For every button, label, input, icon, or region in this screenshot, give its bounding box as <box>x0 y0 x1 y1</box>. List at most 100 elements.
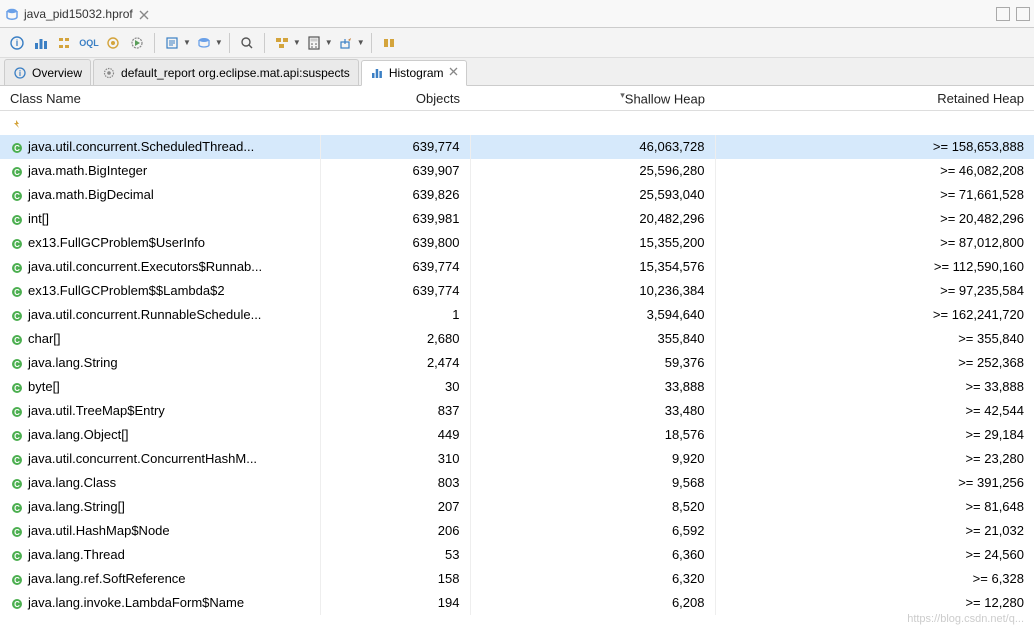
compare-button[interactable] <box>378 32 400 54</box>
cell-shallow: 3,594,640 <box>470 303 715 327</box>
query-report-button[interactable] <box>161 32 183 54</box>
table-row[interactable]: Cjava.math.BigDecimal639,82625,593,040>=… <box>0 183 1034 207</box>
class-icon: C <box>10 429 24 443</box>
table-row[interactable]: Cjava.lang.invoke.LambdaForm$Name1946,20… <box>0 591 1034 615</box>
tab-overview[interactable]: i Overview <box>4 59 91 85</box>
table-row[interactable]: Cjava.lang.Thread536,360>= 24,560 <box>0 543 1034 567</box>
cell-retained: >= 391,256 <box>715 471 1034 495</box>
svg-text:C: C <box>14 456 20 465</box>
heap-file-icon <box>4 6 20 22</box>
table-row[interactable]: Cbyte[]3033,888>= 33,888 <box>0 375 1034 399</box>
tree-button[interactable] <box>54 32 76 54</box>
table-row[interactable]: Cchar[]2,680355,840>= 355,840 <box>0 327 1034 351</box>
class-icon: C <box>10 381 24 395</box>
cell-shallow: 6,360 <box>470 543 715 567</box>
close-icon[interactable] <box>449 67 458 79</box>
class-icon: C <box>10 357 24 371</box>
table-row[interactable]: Cex13.FullGCProblem$$Lambda$2639,77410,2… <box>0 279 1034 303</box>
table-row[interactable]: Cjava.util.concurrent.ScheduledThread...… <box>0 135 1034 159</box>
search-button[interactable] <box>236 32 258 54</box>
table-row[interactable]: Cjava.lang.ref.SoftReference1586,320>= 6… <box>0 567 1034 591</box>
cell-objects: 2,474 <box>320 351 470 375</box>
oql-button[interactable]: OQL <box>78 32 100 54</box>
separator <box>154 33 155 53</box>
table-row[interactable]: Cjava.lang.String[]2078,520>= 81,648 <box>0 495 1034 519</box>
group-button[interactable] <box>271 32 293 54</box>
column-objects[interactable]: Objects <box>320 86 470 111</box>
heap-dump-button[interactable] <box>193 32 215 54</box>
cell-objects: 2,680 <box>320 327 470 351</box>
cell-objects: 158 <box>320 567 470 591</box>
cell-objects: 803 <box>320 471 470 495</box>
cell-retained: >= 29,184 <box>715 423 1034 447</box>
export-button[interactable] <box>335 32 357 54</box>
class-icon: C <box>10 141 24 155</box>
cell-objects: 194 <box>320 591 470 615</box>
cell-objects: 310 <box>320 447 470 471</box>
class-name: int[] <box>28 211 49 226</box>
dropdown-arrow-icon[interactable]: ▼ <box>215 38 223 47</box>
tab-histogram[interactable]: Histogram <box>361 60 467 86</box>
svg-text:C: C <box>14 264 20 273</box>
minimize-icon[interactable] <box>996 7 1010 21</box>
thread-button[interactable] <box>102 32 124 54</box>
class-icon: C <box>10 525 24 539</box>
svg-text:C: C <box>14 336 20 345</box>
run-button[interactable] <box>126 32 148 54</box>
dropdown-arrow-icon[interactable]: ▼ <box>325 38 333 47</box>
class-icon: C <box>10 237 24 251</box>
class-name: char[] <box>28 331 61 346</box>
cell-retained: >= 12,280 <box>715 591 1034 615</box>
tab-close-icon[interactable] <box>139 8 151 20</box>
table-row[interactable]: Cex13.FullGCProblem$UserInfo639,80015,35… <box>0 231 1034 255</box>
table-row[interactable]: Cjava.lang.String2,47459,376>= 252,368 <box>0 351 1034 375</box>
class-icon: C <box>10 405 24 419</box>
table-row[interactable]: Cjava.util.TreeMap$Entry83733,480>= 42,5… <box>0 399 1034 423</box>
class-icon: C <box>10 501 24 515</box>
separator <box>229 33 230 53</box>
table-row[interactable]: Cint[]639,98120,482,296>= 20,482,296 <box>0 207 1034 231</box>
table-row[interactable]: Cjava.util.concurrent.Executors$Runnab..… <box>0 255 1034 279</box>
table-row[interactable]: Cjava.util.concurrent.ConcurrentHashM...… <box>0 447 1034 471</box>
histogram-button[interactable] <box>30 32 52 54</box>
table-row[interactable]: Cjava.util.concurrent.RunnableSchedule..… <box>0 303 1034 327</box>
cell-shallow: 10,236,384 <box>470 279 715 303</box>
column-retained-heap[interactable]: Retained Heap <box>715 86 1034 111</box>
info-button[interactable]: i <box>6 32 28 54</box>
filter-numeric[interactable] <box>470 111 715 135</box>
cell-shallow: 9,920 <box>470 447 715 471</box>
class-icon: C <box>10 213 24 227</box>
class-icon: C <box>10 597 24 611</box>
maximize-icon[interactable] <box>1016 7 1030 21</box>
filter-row[interactable] <box>0 111 1034 135</box>
table-row[interactable]: Cjava.lang.Object[]44918,576>= 29,184 <box>0 423 1034 447</box>
class-name: java.util.concurrent.Executors$Runnab... <box>28 259 262 274</box>
table-row[interactable]: Cjava.math.BigInteger639,90725,596,280>=… <box>0 159 1034 183</box>
column-shallow-heap[interactable]: ▾Shallow Heap <box>470 86 715 111</box>
class-icon: C <box>10 285 24 299</box>
column-class-name[interactable]: Class Name <box>0 86 320 111</box>
filter-numeric[interactable] <box>715 111 1034 135</box>
filter-numeric[interactable] <box>320 111 470 135</box>
titlebar: java_pid15032.hprof <box>0 0 1034 28</box>
cell-shallow: 15,355,200 <box>470 231 715 255</box>
filter-icon <box>10 117 24 131</box>
cell-objects: 207 <box>320 495 470 519</box>
cell-objects: 639,774 <box>320 255 470 279</box>
dropdown-arrow-icon[interactable]: ▼ <box>357 38 365 47</box>
svg-text:C: C <box>14 600 20 609</box>
svg-text:C: C <box>14 288 20 297</box>
svg-text:C: C <box>14 384 20 393</box>
calculator-button[interactable] <box>303 32 325 54</box>
tab-default-report[interactable]: default_report org.eclipse.mat.api:suspe… <box>93 59 359 85</box>
table-row[interactable]: Cjava.util.HashMap$Node2066,592>= 21,032 <box>0 519 1034 543</box>
svg-text:C: C <box>14 168 20 177</box>
cell-retained: >= 33,888 <box>715 375 1034 399</box>
table-row[interactable]: Cjava.lang.Class8039,568>= 391,256 <box>0 471 1034 495</box>
dropdown-arrow-icon[interactable]: ▼ <box>293 38 301 47</box>
class-icon: C <box>10 573 24 587</box>
histogram-table: Class Name Objects ▾Shallow Heap Retaine… <box>0 86 1034 615</box>
cell-objects: 837 <box>320 399 470 423</box>
dropdown-arrow-icon[interactable]: ▼ <box>183 38 191 47</box>
svg-text:C: C <box>14 504 20 513</box>
